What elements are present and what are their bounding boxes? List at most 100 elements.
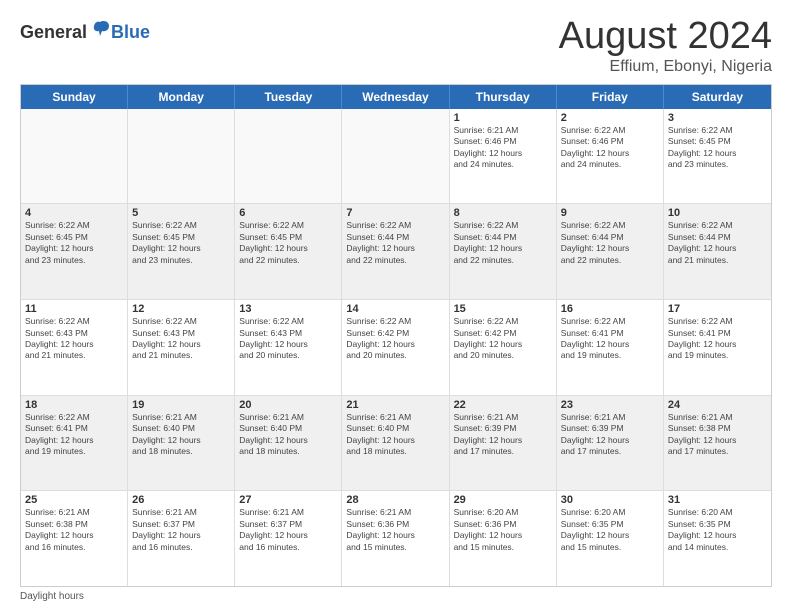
day-number: 2 [561,112,659,124]
day-info: Sunrise: 6:22 AM Sunset: 6:42 PM Dayligh… [454,316,552,362]
logo-general-text: General [20,22,87,43]
calendar-cell: 4Sunrise: 6:22 AM Sunset: 6:45 PM Daylig… [21,204,128,299]
day-info: Sunrise: 6:22 AM Sunset: 6:46 PM Dayligh… [561,125,659,171]
calendar-header: SundayMondayTuesdayWednesdayThursdayFrid… [21,85,771,109]
calendar-week: 1Sunrise: 6:21 AM Sunset: 6:46 PM Daylig… [21,109,771,205]
calendar-header-cell: Thursday [450,85,557,109]
calendar-cell: 28Sunrise: 6:21 AM Sunset: 6:36 PM Dayli… [342,491,449,586]
calendar-cell: 17Sunrise: 6:22 AM Sunset: 6:41 PM Dayli… [664,300,771,395]
calendar-cell: 18Sunrise: 6:22 AM Sunset: 6:41 PM Dayli… [21,396,128,491]
calendar: SundayMondayTuesdayWednesdayThursdayFrid… [20,84,772,587]
calendar-header-cell: Sunday [21,85,128,109]
day-info: Sunrise: 6:21 AM Sunset: 6:46 PM Dayligh… [454,125,552,171]
calendar-week: 25Sunrise: 6:21 AM Sunset: 6:38 PM Dayli… [21,491,771,586]
calendar-body: 1Sunrise: 6:21 AM Sunset: 6:46 PM Daylig… [21,109,771,586]
day-info: Sunrise: 6:22 AM Sunset: 6:41 PM Dayligh… [25,412,123,458]
day-number: 4 [25,207,123,219]
calendar-header-cell: Tuesday [235,85,342,109]
logo-blue-text: Blue [111,22,150,43]
day-info: Sunrise: 6:22 AM Sunset: 6:43 PM Dayligh… [132,316,230,362]
calendar-cell: 1Sunrise: 6:21 AM Sunset: 6:46 PM Daylig… [450,109,557,204]
day-number: 6 [239,207,337,219]
day-info: Sunrise: 6:22 AM Sunset: 6:41 PM Dayligh… [668,316,767,362]
day-info: Sunrise: 6:21 AM Sunset: 6:37 PM Dayligh… [132,507,230,553]
day-info: Sunrise: 6:21 AM Sunset: 6:40 PM Dayligh… [239,412,337,458]
calendar-week: 4Sunrise: 6:22 AM Sunset: 6:45 PM Daylig… [21,204,771,300]
day-info: Sunrise: 6:22 AM Sunset: 6:44 PM Dayligh… [561,220,659,266]
day-info: Sunrise: 6:22 AM Sunset: 6:45 PM Dayligh… [25,220,123,266]
day-info: Sunrise: 6:22 AM Sunset: 6:44 PM Dayligh… [346,220,444,266]
calendar-header-cell: Monday [128,85,235,109]
day-info: Sunrise: 6:22 AM Sunset: 6:44 PM Dayligh… [454,220,552,266]
calendar-cell: 10Sunrise: 6:22 AM Sunset: 6:44 PM Dayli… [664,204,771,299]
day-number: 16 [561,303,659,315]
calendar-cell: 5Sunrise: 6:22 AM Sunset: 6:45 PM Daylig… [128,204,235,299]
day-number: 11 [25,303,123,315]
calendar-cell: 30Sunrise: 6:20 AM Sunset: 6:35 PM Dayli… [557,491,664,586]
calendar-week: 11 Sunrise: 6:22 AM Sunset: 6:43 PM Dayli… [21,300,771,396]
day-number: 31 [668,494,767,506]
day-number: 19 [132,399,230,411]
calendar-week: 18Sunrise: 6:22 AM Sunset: 6:41 PM Dayli… [21,396,771,492]
day-info: Sunrise: 6:22 AM Sunset: 6:44 PM Dayligh… [668,220,767,266]
day-info: Sunrise: 6:22 AM Sunset: 6:42 PM Dayligh… [346,316,444,362]
calendar-cell: 31Sunrise: 6:20 AM Sunset: 6:35 PM Dayli… [664,491,771,586]
day-number: 21 [346,399,444,411]
calendar-header-cell: Friday [557,85,664,109]
day-number: 7 [346,207,444,219]
header: General Blue August 2024 Effium, Ebonyi,… [20,16,772,76]
calendar-cell [21,109,128,204]
calendar-header-cell: Saturday [664,85,771,109]
day-number: 27 [239,494,337,506]
calendar-cell: 9Sunrise: 6:22 AM Sunset: 6:44 PM Daylig… [557,204,664,299]
day-info: Sunrise: 6:21 AM Sunset: 6:36 PM Dayligh… [346,507,444,553]
day-info: Sunrise: 6:21 AM Sunset: 6:39 PM Dayligh… [454,412,552,458]
day-number: 22 [454,399,552,411]
day-number: 26 [132,494,230,506]
day-number: 24 [668,399,767,411]
day-info: Sunrise: 6:22 AM Sunset: 6:41 PM Dayligh… [561,316,659,362]
title-block: August 2024 Effium, Ebonyi, Nigeria [559,16,772,76]
day-info: Sunrise: 6:22 AM Sunset: 6:43 PM Dayligh… [239,316,337,362]
calendar-cell: 2Sunrise: 6:22 AM Sunset: 6:46 PM Daylig… [557,109,664,204]
day-number: 20 [239,399,337,411]
day-number: 1 [454,112,552,124]
day-number: 10 [668,207,767,219]
calendar-cell: 13Sunrise: 6:22 AM Sunset: 6:43 PM Dayli… [235,300,342,395]
calendar-cell: 11Sunrise: 6:22 AM Sunset: 6:43 PM Dayli… [21,300,128,395]
day-info: Sunrise: 6:22 AM Sunset: 6:45 PM Dayligh… [239,220,337,266]
calendar-header-cell: Wednesday [342,85,449,109]
calendar-cell: 12Sunrise: 6:22 AM Sunset: 6:43 PM Dayli… [128,300,235,395]
calendar-cell: 25Sunrise: 6:21 AM Sunset: 6:38 PM Dayli… [21,491,128,586]
calendar-cell: 6Sunrise: 6:22 AM Sunset: 6:45 PM Daylig… [235,204,342,299]
day-info: Sunrise: 6:22 AM Sunset: 6:45 PM Dayligh… [668,125,767,171]
day-number: 30 [561,494,659,506]
day-number: 12 [132,303,230,315]
day-number: 25 [25,494,123,506]
logo: General Blue [20,20,150,45]
day-info: Sunrise: 6:21 AM Sunset: 6:38 PM Dayligh… [25,507,123,553]
day-info: Sunrise: 6:22 AM Sunset: 6:45 PM Dayligh… [132,220,230,266]
calendar-cell: 20Sunrise: 6:21 AM Sunset: 6:40 PM Dayli… [235,396,342,491]
logo-bird-icon [89,18,111,45]
day-info: Sunrise: 6:21 AM Sunset: 6:40 PM Dayligh… [346,412,444,458]
footer-note: Daylight hours [20,591,772,602]
day-info: Sunrise: 6:21 AM Sunset: 6:39 PM Dayligh… [561,412,659,458]
main-title: August 2024 [559,16,772,58]
subtitle: Effium, Ebonyi, Nigeria [559,58,772,76]
day-number: 28 [346,494,444,506]
calendar-cell: 8Sunrise: 6:22 AM Sunset: 6:44 PM Daylig… [450,204,557,299]
day-number: 13 [239,303,337,315]
day-number: 5 [132,207,230,219]
day-number: 29 [454,494,552,506]
day-number: 8 [454,207,552,219]
calendar-cell: 23Sunrise: 6:21 AM Sunset: 6:39 PM Dayli… [557,396,664,491]
day-number: 17 [668,303,767,315]
page: General Blue August 2024 Effium, Ebonyi,… [0,0,792,612]
calendar-cell [342,109,449,204]
calendar-cell [128,109,235,204]
day-info: Sunrise: 6:20 AM Sunset: 6:35 PM Dayligh… [668,507,767,553]
calendar-cell: 26Sunrise: 6:21 AM Sunset: 6:37 PM Dayli… [128,491,235,586]
calendar-cell: 21Sunrise: 6:21 AM Sunset: 6:40 PM Dayli… [342,396,449,491]
calendar-cell: 15Sunrise: 6:22 AM Sunset: 6:42 PM Dayli… [450,300,557,395]
